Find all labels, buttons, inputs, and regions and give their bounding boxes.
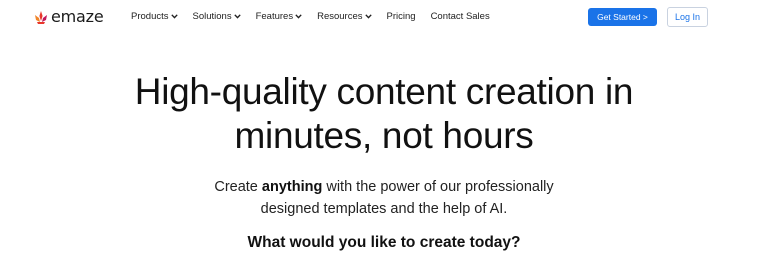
create-question: What would you like to create today? <box>247 234 521 251</box>
nav-item-pricing[interactable]: Pricing <box>387 11 416 22</box>
subtitle-post: with the power of our professionally <box>322 179 554 195</box>
flame-crown-icon <box>35 11 47 24</box>
nav-item-label: Solutions <box>192 11 232 22</box>
subtitle-pre: Create <box>214 179 262 195</box>
nav-item-products[interactable]: Products <box>131 11 178 22</box>
nav-item-label: Resources <box>317 11 363 22</box>
login-button[interactable]: Log In <box>667 7 708 27</box>
main-menu: Products Solutions Features Resources Pr… <box>131 11 505 22</box>
brand-name: emaze <box>51 7 104 26</box>
hero-title: High-quality content creation in minutes… <box>0 70 768 158</box>
chevron-down-icon <box>233 14 241 19</box>
hero-title-line-1: High-quality content creation in <box>134 71 634 112</box>
nav-item-label: Contact Sales <box>430 11 490 22</box>
nav-item-label: Features <box>255 11 294 22</box>
nav-item-resources[interactable]: Resources <box>317 11 372 22</box>
chevron-down-icon <box>364 14 372 19</box>
nav-item-features[interactable]: Features <box>256 11 303 22</box>
subtitle-line-2: designed templates and the help of AI. <box>260 201 508 217</box>
nav-item-label: Pricing <box>386 11 416 22</box>
nav-item-label: Products <box>131 11 169 22</box>
chevron-down-icon <box>295 14 302 19</box>
top-navigation: emaze Products Solutions Features Resour… <box>0 0 768 36</box>
subtitle-emphasis: anything <box>261 179 323 195</box>
get-started-button[interactable]: Get Started > <box>588 8 657 26</box>
chevron-down-icon <box>170 14 178 19</box>
nav-item-solutions[interactable]: Solutions <box>193 11 241 22</box>
hero-subtitle: Create anything with the power of our pr… <box>0 176 768 220</box>
nav-item-contact-sales[interactable]: Contact Sales <box>431 11 490 22</box>
hero-title-line-2: minutes, not hours <box>234 115 534 156</box>
logo[interactable]: emaze <box>33 7 104 26</box>
